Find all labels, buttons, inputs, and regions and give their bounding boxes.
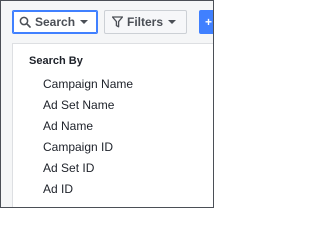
- menu-item-ad-name[interactable]: Ad Name: [13, 116, 213, 137]
- filters-button-label: Filters: [127, 15, 164, 29]
- chevron-down-icon: [80, 20, 89, 24]
- filters-dropdown-button[interactable]: Filters: [104, 10, 187, 34]
- menu-item-ad-id[interactable]: Ad ID: [13, 179, 213, 200]
- menu-item-ad-set-name[interactable]: Ad Set Name: [13, 95, 213, 116]
- search-button-label: Search: [35, 15, 76, 29]
- menu-item-ad-set-id[interactable]: Ad Set ID: [13, 158, 213, 179]
- menu-item-campaign-name[interactable]: Campaign Name: [13, 74, 213, 95]
- funnel-icon: [112, 16, 123, 28]
- search-icon: [19, 16, 31, 28]
- toolbar: Search Filters +: [1, 1, 213, 43]
- search-dropdown-button[interactable]: Search: [12, 10, 98, 34]
- add-button[interactable]: +: [199, 10, 213, 34]
- chevron-down-icon: [168, 20, 177, 24]
- search-by-options: Campaign Name Ad Set Name Ad Name Campai…: [13, 74, 213, 200]
- plus-icon: +: [205, 15, 213, 29]
- search-by-menu: Search By Campaign Name Ad Set Name Ad N…: [12, 43, 213, 207]
- menu-item-campaign-id[interactable]: Campaign ID: [13, 137, 213, 158]
- menu-header: Search By: [29, 55, 83, 67]
- ads-manager-toolbar-panel: Search Filters + Search By Campaign Name…: [0, 0, 214, 208]
